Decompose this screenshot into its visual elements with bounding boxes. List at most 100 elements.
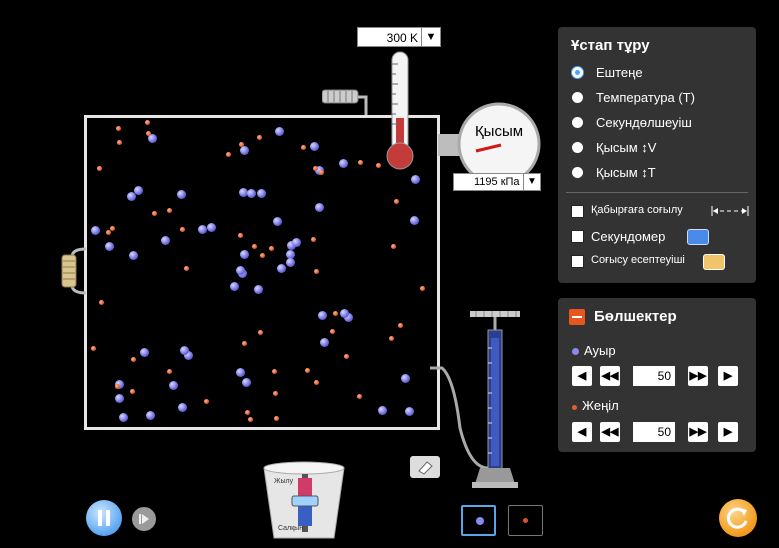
light-particle: [180, 227, 185, 232]
light-particle: [305, 368, 310, 373]
light-particle: [97, 166, 102, 171]
light-minus-one-button[interactable]: ◀: [572, 422, 592, 442]
heavy-particle: [378, 406, 387, 415]
heavy-particle: [129, 251, 138, 260]
light-particle: [330, 329, 335, 334]
thermometer-icon: [386, 51, 414, 170]
heavy-particle: [169, 381, 178, 390]
pressure-gauge: Қысым: [438, 102, 541, 176]
heavy-particle: [339, 159, 348, 168]
step-button[interactable]: [132, 507, 156, 531]
light-particle: [344, 354, 349, 359]
check-wall-collisions[interactable]: Қабырғаға соғылу: [571, 202, 751, 222]
light-particle: [245, 410, 250, 415]
light-particle: [420, 286, 425, 291]
pump-heavy-toggle[interactable]: [461, 505, 496, 536]
heavy-particle: [247, 189, 256, 198]
heavy-particle: [119, 413, 128, 422]
heavy-label-row: Ауыр: [572, 343, 616, 358]
gauge-label: Қысым: [475, 123, 523, 140]
heavy-particle: [254, 285, 263, 294]
light-particle: [146, 131, 151, 136]
light-particle: [248, 417, 253, 422]
heavy-particle-icon: [476, 517, 484, 525]
light-count-input[interactable]: 50: [633, 422, 675, 442]
divider: [566, 192, 748, 193]
light-particle: [357, 394, 362, 399]
heavy-particle: [401, 374, 410, 383]
heavy-particle: [177, 190, 186, 199]
light-particle: [152, 211, 157, 216]
heavy-minus-one-button[interactable]: ◀: [572, 366, 592, 386]
erase-particles-button[interactable]: [410, 456, 440, 478]
reset-all-button[interactable]: [719, 499, 757, 537]
heavy-particle: [275, 127, 284, 136]
light-particle: [99, 300, 104, 305]
heavy-count-input[interactable]: 50: [633, 366, 675, 386]
heavy-particle: [236, 368, 245, 377]
light-particle: [272, 369, 277, 374]
light-particle: [260, 253, 265, 258]
heavy-particle: [178, 403, 187, 412]
heavy-plus-many-button[interactable]: ▶▶: [688, 366, 708, 386]
lid-handle[interactable]: [322, 87, 372, 117]
light-particle: [301, 145, 306, 150]
heavy-particle: [310, 142, 319, 151]
light-particle: [131, 357, 136, 362]
light-particle: [313, 166, 318, 171]
light-particle: [184, 266, 189, 271]
heat-label: Жылу: [274, 478, 294, 485]
stopwatch-icon: [687, 229, 709, 245]
light-particle: [167, 208, 172, 213]
light-particle: [115, 384, 120, 389]
light-plus-one-button[interactable]: ▶: [718, 422, 738, 442]
heavy-plus-one-button[interactable]: ▶: [718, 366, 738, 386]
light-particle: [273, 391, 278, 396]
heavy-particle: [207, 223, 216, 232]
hold-constant-panel: Ұстап тұру Ештеңе Температура (T) Секунд…: [558, 27, 756, 283]
heavy-particle: [320, 338, 329, 347]
light-plus-many-button[interactable]: ▶▶: [688, 422, 708, 442]
heavy-particle: [198, 225, 207, 234]
wall-handle[interactable]: [58, 243, 88, 299]
temperature-units-select[interactable]: 300 K ▼: [357, 27, 441, 47]
heater-cooler[interactable]: Жылу Салқын: [262, 458, 346, 540]
collision-counter-icon: [703, 254, 725, 270]
heavy-particle: [140, 348, 149, 357]
heavy-minus-many-button[interactable]: ◀◀: [600, 366, 620, 386]
radio-icon: [572, 167, 583, 178]
light-particle: [242, 341, 247, 346]
heavy-particle: [242, 378, 251, 387]
heavy-particle: [230, 282, 239, 291]
light-particle: [333, 311, 338, 316]
heavy-particle: [318, 311, 327, 320]
light-particle: [391, 244, 396, 249]
particles-title: Бөлшектер: [594, 308, 677, 325]
radio-selected-icon: [572, 67, 583, 78]
light-particle: [376, 163, 381, 168]
light-particle: [117, 140, 122, 145]
pause-button[interactable]: [86, 500, 122, 536]
heavy-particle: [277, 264, 286, 273]
heavy-particle: [240, 146, 249, 155]
light-particle: [145, 120, 150, 125]
heavy-particle: [411, 175, 420, 184]
heavy-particle: [105, 242, 114, 251]
radio-icon: [572, 142, 583, 153]
light-particle: [311, 237, 316, 242]
collapse-minus-icon[interactable]: [569, 309, 585, 325]
check-stopwatch[interactable]: Секундомер: [571, 227, 751, 247]
light-stepper: ◀ ◀◀ 50 ▶▶ ▶: [572, 422, 742, 442]
heavy-particle: [273, 217, 282, 226]
heavy-particle: [257, 189, 266, 198]
check-collision-counter[interactable]: Соғысу есептеуіші: [571, 252, 751, 272]
heavy-particle: [315, 203, 324, 212]
light-particle: [314, 380, 319, 385]
checkbox-icon: [571, 255, 584, 268]
pump-light-toggle[interactable]: [508, 505, 543, 536]
light-particle: [106, 230, 111, 235]
light-particle: [394, 199, 399, 204]
light-minus-many-button[interactable]: ◀◀: [600, 422, 620, 442]
pressure-units-select[interactable]: 1195 кПа ▼: [453, 173, 541, 191]
bicycle-pump[interactable]: [430, 308, 540, 492]
